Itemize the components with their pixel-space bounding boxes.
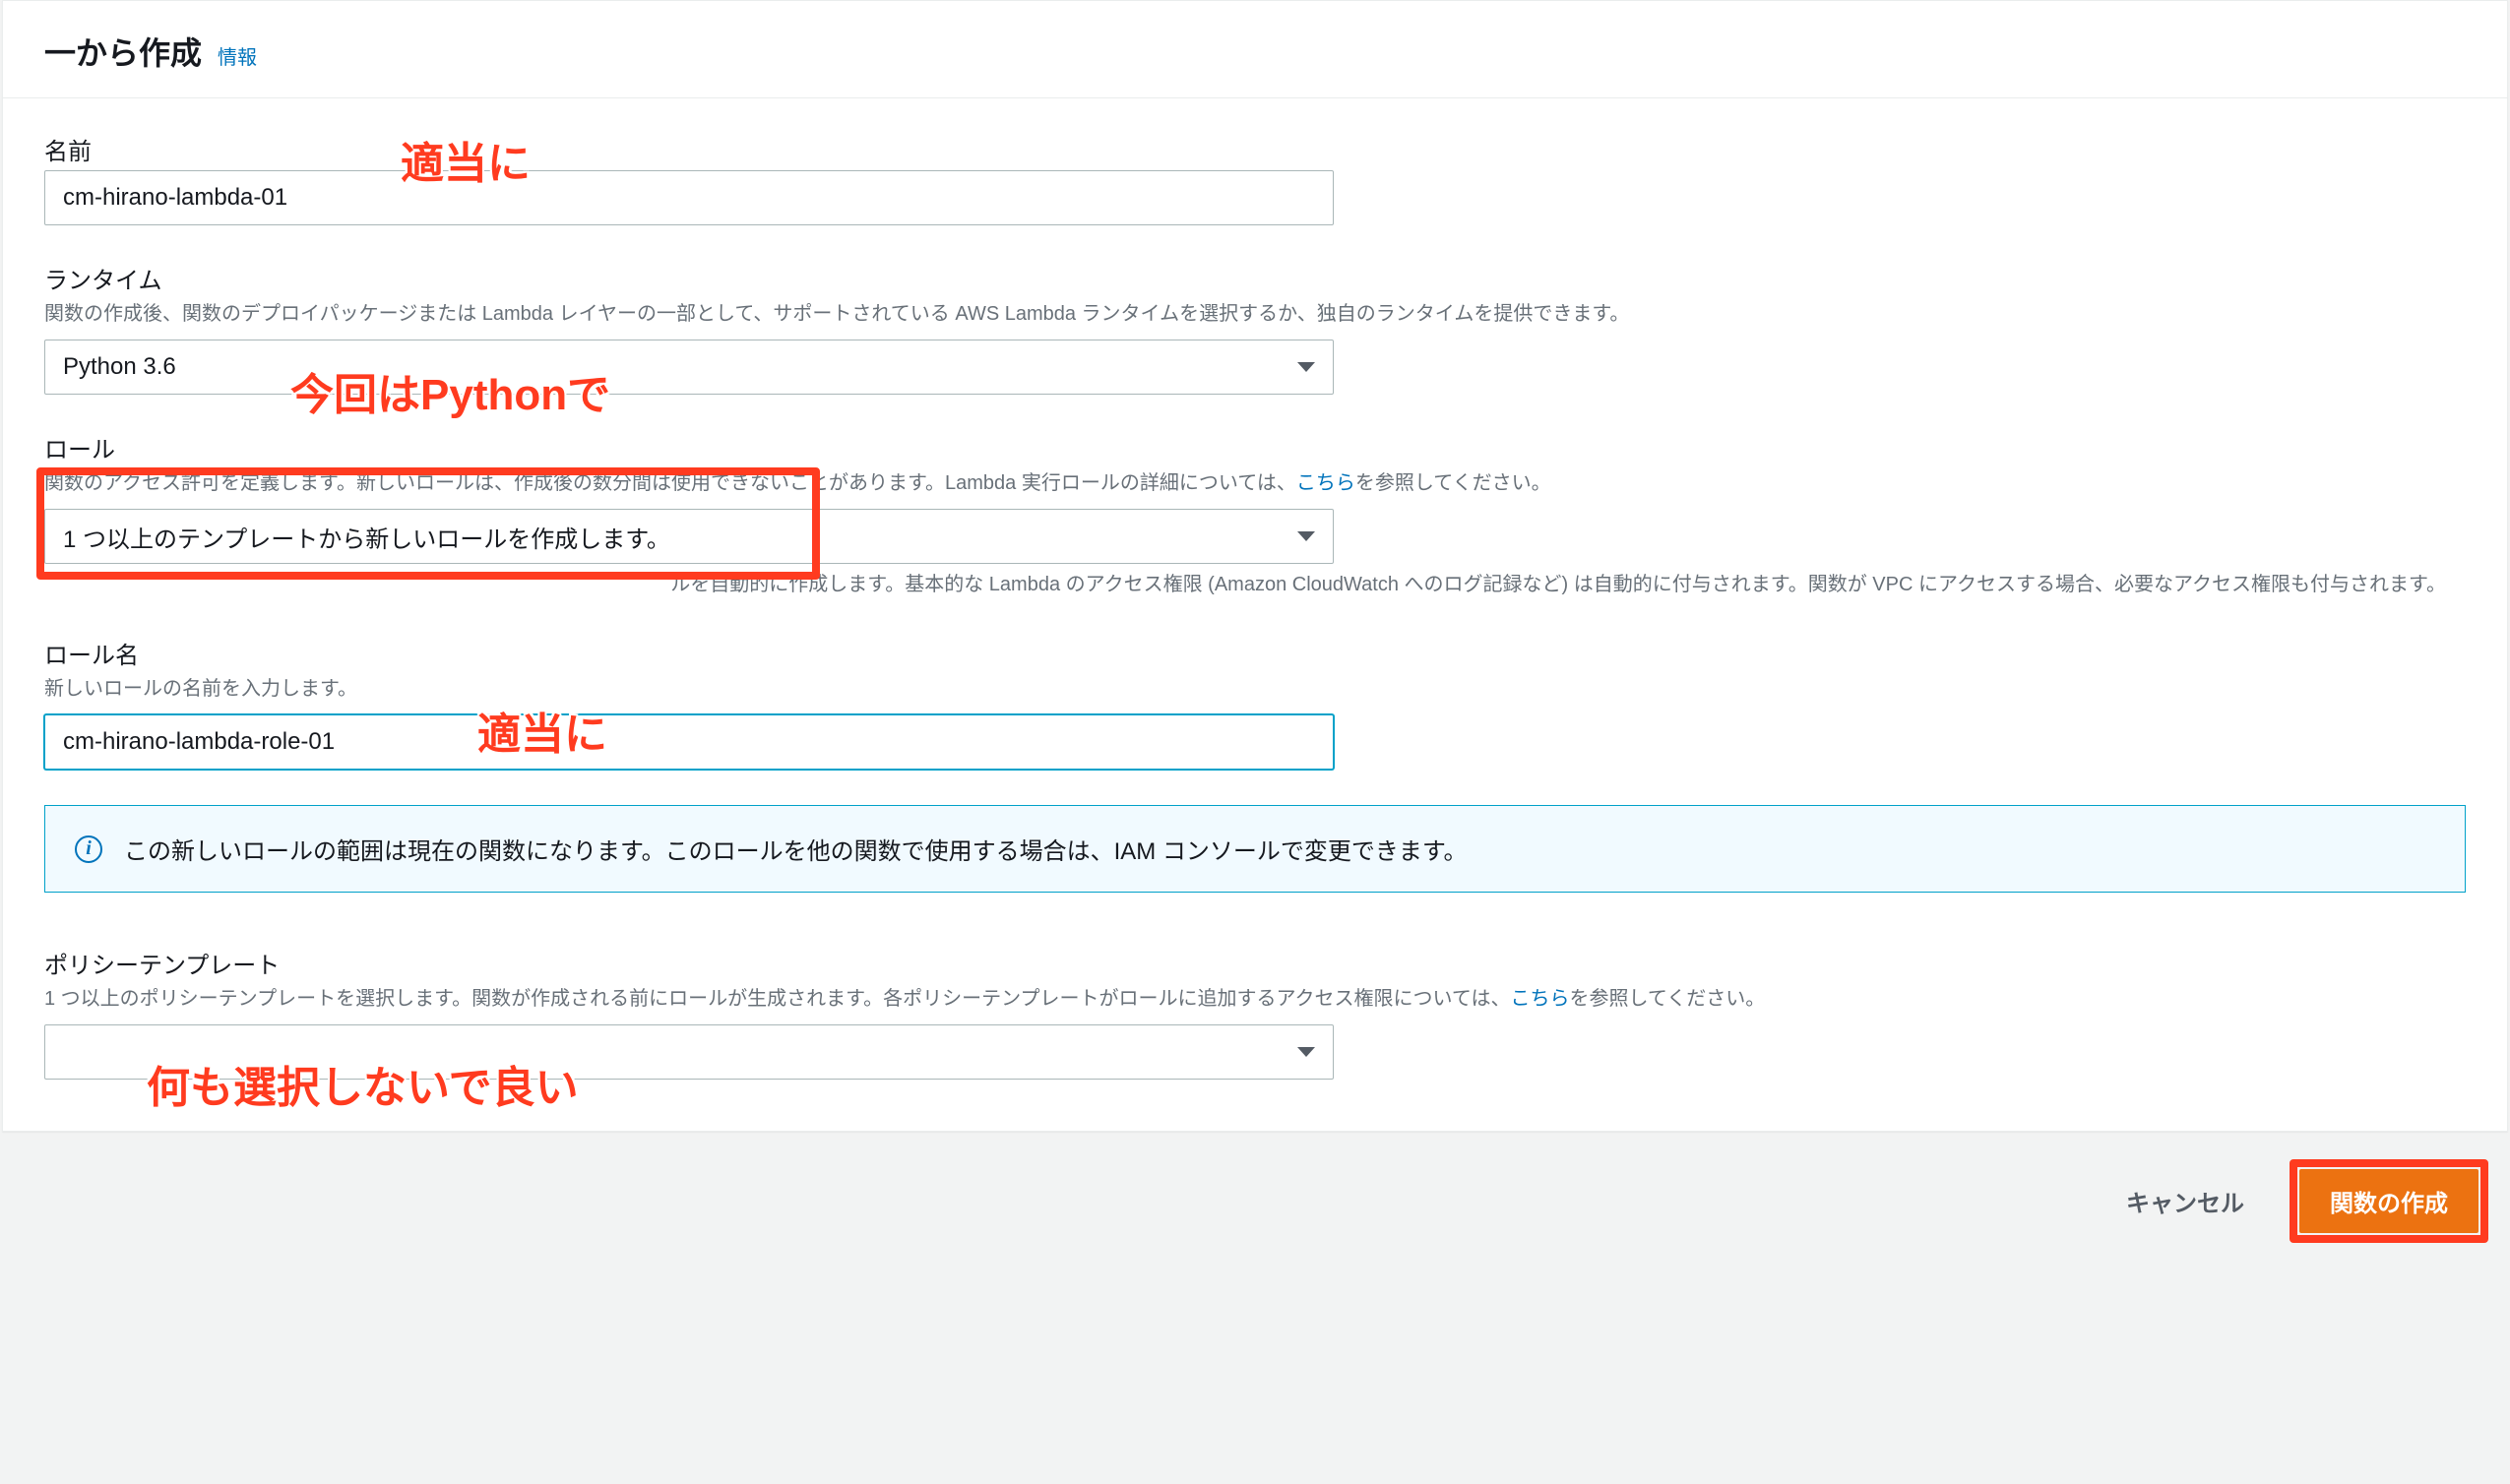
panel-title: 一から作成 (44, 29, 202, 74)
runtime-label: ランタイム (44, 261, 2466, 295)
chevron-down-icon (1297, 362, 1315, 372)
info-message: この新しいロールの範囲は現在の関数になります。このロールを他の関数で使用する場合… (124, 832, 1468, 866)
policy-field-group: ポリシーテンプレート 1 つ以上のポリシーテンプレートを選択します。関数が作成さ… (44, 946, 2466, 1080)
annotation-box-create: 関数の作成 (2290, 1159, 2488, 1243)
name-input[interactable] (44, 170, 1334, 225)
role-select[interactable]: 1 つ以上のテンプレートから新しいロールを作成します。 (44, 509, 1334, 564)
footer: キャンセル 関数の作成 (0, 1132, 2510, 1253)
cancel-button[interactable]: キャンセル (2108, 1172, 2262, 1230)
runtime-selected-value: Python 3.6 (63, 353, 176, 381)
name-label: 名前 (44, 132, 2466, 166)
role-selected-value: 1 つ以上のテンプレートから新しいロールを作成します。 (63, 520, 670, 554)
role-docs-link[interactable]: こちら (1296, 472, 1355, 494)
panel-header: 一から作成 情報 (3, 1, 2507, 84)
info-link[interactable]: 情報 (218, 41, 257, 70)
role-label: ロール (44, 430, 2466, 464)
policy-label: ポリシーテンプレート (44, 946, 2466, 980)
role-field-group: ロール 関数のアクセス許可を定義します。新しいロールは、作成後の数分間は使用でき… (44, 430, 2466, 600)
runtime-field-group: ランタイム 関数の作成後、関数のデプロイパッケージまたは Lambda レイヤー… (44, 261, 2466, 395)
role-name-input[interactable] (44, 714, 1334, 770)
policy-docs-link[interactable]: こちら (1510, 988, 1569, 1010)
policy-hint: 1 つ以上のポリシーテンプレートを選択します。関数が作成される前にロールが生成さ… (44, 984, 2466, 1015)
role-hint: 関数のアクセス許可を定義します。新しいロールは、作成後の数分間は使用できないこと… (44, 468, 2466, 499)
role-name-hint: 新しいロールの名前を入力します。 (44, 674, 2466, 705)
policy-select[interactable] (44, 1024, 1334, 1080)
runtime-hint: 関数の作成後、関数のデプロイパッケージまたは Lambda レイヤーの一部として… (44, 299, 2466, 330)
role-name-label: ロール名 (44, 636, 2466, 670)
name-field-group: 名前 適当に (44, 132, 2466, 225)
chevron-down-icon (1297, 1047, 1315, 1057)
role-after-hint: Lambda は、選択したポリシーテンプレートのアクセス権限を持つロールを自動的… (44, 570, 2466, 600)
create-function-button[interactable]: 関数の作成 (2299, 1169, 2479, 1233)
create-from-scratch-panel: 一から作成 情報 名前 適当に ランタイム 関数の作成後、関数のデプロイパッケー… (2, 0, 2508, 1132)
role-scope-info-box: i この新しいロールの範囲は現在の関数になります。このロールを他の関数で使用する… (44, 805, 2466, 893)
info-icon: i (75, 835, 102, 863)
runtime-select[interactable]: Python 3.6 (44, 340, 1334, 395)
chevron-down-icon (1297, 531, 1315, 541)
panel-body: 名前 適当に ランタイム 関数の作成後、関数のデプロイパッケージまたは Lamb… (3, 98, 2507, 1131)
role-name-field-group: ロール名 新しいロールの名前を入力します。 適当に (44, 636, 2466, 770)
